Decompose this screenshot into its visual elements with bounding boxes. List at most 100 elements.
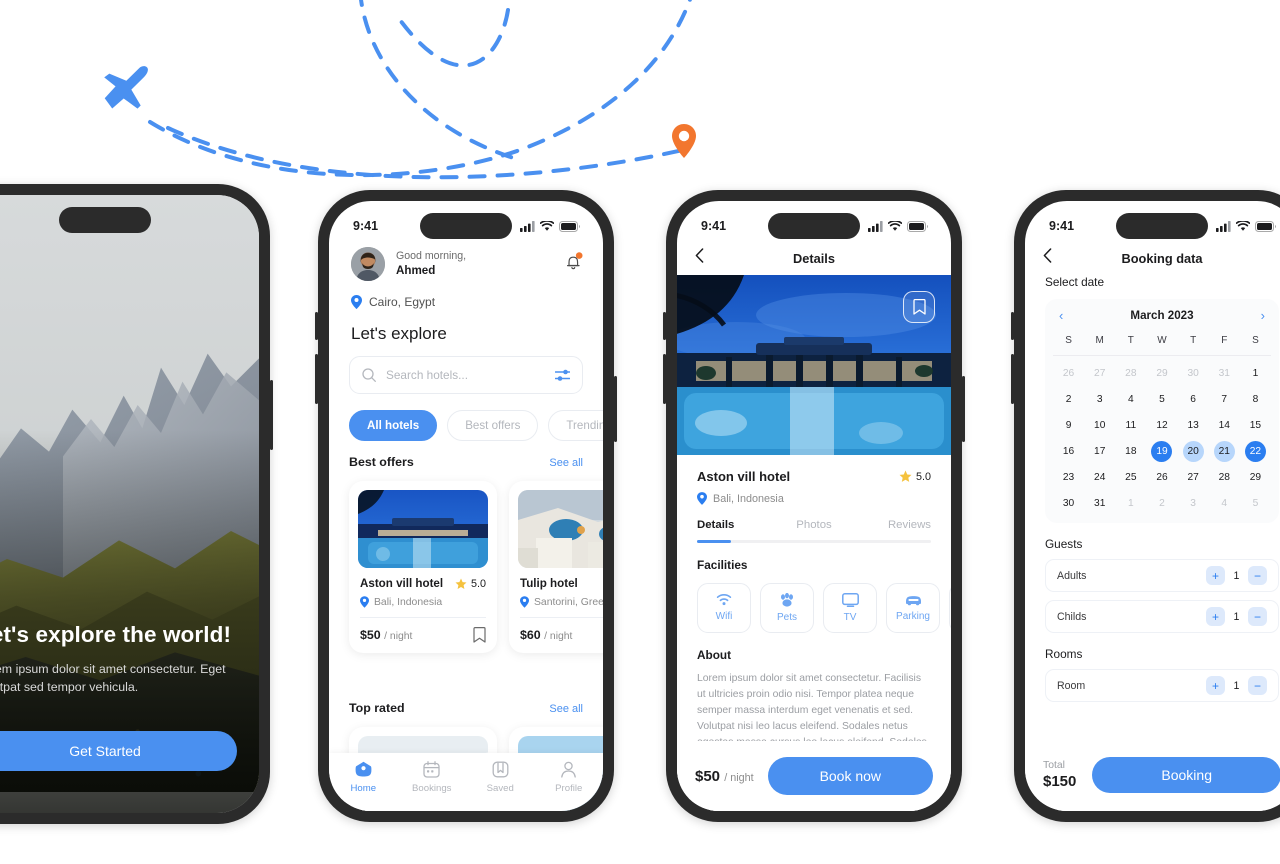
- calendar-cell[interactable]: 4: [1209, 491, 1240, 515]
- calendar-header: ‹ March 2023 ›: [1053, 309, 1271, 330]
- calendar-cell[interactable]: 5: [1146, 387, 1177, 411]
- calendar-cell[interactable]: 3: [1084, 387, 1115, 411]
- tab-profile[interactable]: Profile: [535, 761, 604, 794]
- volume-down-button[interactable]: [315, 354, 318, 404]
- tab-reviews[interactable]: Reviews: [853, 519, 931, 531]
- calendar-cell[interactable]: 28: [1115, 361, 1146, 385]
- volume-up-button[interactable]: [1011, 312, 1014, 340]
- calendar-cell[interactable]: 6: [1178, 387, 1209, 411]
- back-button[interactable]: [1043, 248, 1052, 268]
- search-input[interactable]: Search hotels...: [349, 356, 583, 394]
- calendar-cell[interactable]: 20: [1178, 439, 1209, 463]
- calendar-cell[interactable]: 21: [1209, 439, 1240, 463]
- search-placeholder: Search hotels...: [386, 368, 468, 382]
- facility-label: Parking: [896, 610, 930, 622]
- price-unit: / night: [384, 631, 413, 642]
- facility-tv[interactable]: TV: [823, 582, 877, 633]
- tab-saved[interactable]: Saved: [466, 761, 535, 794]
- calendar-cell[interactable]: 27: [1178, 465, 1209, 489]
- see-all-link-top-rated[interactable]: See all: [549, 703, 583, 715]
- calendar-cell[interactable]: 14: [1209, 413, 1240, 437]
- calendar-cell[interactable]: 31: [1084, 491, 1115, 515]
- calendar-cell[interactable]: 11: [1115, 413, 1146, 437]
- calendar-cell[interactable]: 26: [1053, 361, 1084, 385]
- calendar-cell[interactable]: 15: [1240, 413, 1271, 437]
- calendar-cell[interactable]: 1: [1240, 361, 1271, 385]
- tab-photos[interactable]: Photos: [775, 519, 853, 531]
- calendar-cell[interactable]: 26: [1146, 465, 1177, 489]
- tab-bookings[interactable]: Bookings: [398, 761, 467, 794]
- calendar-cell[interactable]: 28: [1209, 465, 1240, 489]
- chip-all-hotels[interactable]: All hotels: [349, 410, 438, 441]
- power-button[interactable]: [614, 376, 617, 442]
- facility-parking[interactable]: Parking: [886, 582, 940, 633]
- calendar-cell[interactable]: 1: [1115, 491, 1146, 515]
- calendar-cell[interactable]: 12: [1146, 413, 1177, 437]
- decrement-button[interactable]: −: [1248, 607, 1267, 626]
- calendar-cell[interactable]: 23: [1053, 465, 1084, 489]
- calendar-cell[interactable]: 18: [1115, 439, 1146, 463]
- calendar-cell[interactable]: 29: [1146, 361, 1177, 385]
- get-started-button[interactable]: Get Started: [0, 731, 237, 771]
- avatar[interactable]: [351, 247, 385, 281]
- calendar-cell[interactable]: 9: [1053, 413, 1084, 437]
- calendar-cell[interactable]: 30: [1178, 361, 1209, 385]
- save-hotel-button[interactable]: [903, 291, 935, 323]
- onboarding-screen: Let's explore the world! Lorem ipsum dol…: [0, 195, 259, 813]
- calendar-cell[interactable]: 4: [1115, 387, 1146, 411]
- calendar-cell[interactable]: 31: [1209, 361, 1240, 385]
- decrement-button[interactable]: −: [1248, 676, 1267, 695]
- decrement-button[interactable]: −: [1248, 566, 1267, 585]
- calendar-cell[interactable]: 5: [1240, 491, 1271, 515]
- chip-trending[interactable]: Trending: [548, 410, 603, 441]
- calendar-cell[interactable]: 3: [1178, 491, 1209, 515]
- volume-up-button[interactable]: [663, 312, 666, 340]
- calendar-prev-button[interactable]: ‹: [1059, 309, 1063, 322]
- calendar-cell[interactable]: 19: [1146, 439, 1177, 463]
- power-button[interactable]: [962, 376, 965, 442]
- bell-icon[interactable]: [565, 252, 583, 276]
- calendar-month-label: March 2023: [1130, 309, 1194, 322]
- booking-button[interactable]: Booking: [1092, 757, 1280, 793]
- calendar-day: 8: [1252, 393, 1259, 405]
- facility-wifi[interactable]: Wifi: [697, 582, 751, 633]
- calendar-cell[interactable]: 8: [1240, 387, 1271, 411]
- battery-icon: [559, 220, 580, 232]
- calendar-cell[interactable]: 22: [1240, 439, 1271, 463]
- increment-button[interactable]: +: [1206, 676, 1225, 695]
- back-button[interactable]: [695, 248, 704, 268]
- hotel-location: Bali, Indonesia: [358, 596, 488, 608]
- sliders-filter-icon[interactable]: [555, 369, 570, 382]
- increment-button[interactable]: +: [1206, 607, 1225, 626]
- calendar-cell[interactable]: 29: [1240, 465, 1271, 489]
- book-now-button[interactable]: Book now: [767, 757, 933, 795]
- calendar-cell[interactable]: 13: [1178, 413, 1209, 437]
- tab-indicator: [697, 540, 931, 543]
- facility-pets[interactable]: Pets: [760, 582, 814, 633]
- calendar-cell[interactable]: 16: [1053, 439, 1084, 463]
- current-location[interactable]: Cairo, Egypt: [351, 295, 435, 309]
- calendar-cell[interactable]: 2: [1053, 387, 1084, 411]
- calendar-cell[interactable]: 24: [1084, 465, 1115, 489]
- calendar-cell[interactable]: 25: [1115, 465, 1146, 489]
- calendar-cell[interactable]: 17: [1084, 439, 1115, 463]
- calendar-cell[interactable]: 30: [1053, 491, 1084, 515]
- tab-home[interactable]: Home: [329, 761, 398, 794]
- volume-down-button[interactable]: [663, 354, 666, 404]
- bookmark-icon[interactable]: [473, 627, 486, 643]
- tab-details[interactable]: Details: [697, 519, 775, 531]
- volume-up-button[interactable]: [315, 312, 318, 340]
- chip-best-offers[interactable]: Best offers: [447, 410, 539, 441]
- calendar-cell[interactable]: 10: [1084, 413, 1115, 437]
- hotel-card[interactable]: Tulip hotel 5.0 Santori: [509, 481, 603, 653]
- calendar-cell[interactable]: 27: [1084, 361, 1115, 385]
- hotel-card[interactable]: Aston vill hotel 5.0 Bali, Indonesia $50…: [349, 481, 497, 653]
- calendar-cell[interactable]: 7: [1209, 387, 1240, 411]
- increment-button[interactable]: +: [1206, 566, 1225, 585]
- facility-pool[interactable]: Pool: [949, 582, 951, 633]
- calendar-next-button[interactable]: ›: [1261, 309, 1265, 322]
- see-all-link-best-offers[interactable]: See all: [549, 457, 583, 469]
- power-button[interactable]: [270, 380, 273, 450]
- volume-down-button[interactable]: [1011, 354, 1014, 404]
- calendar-cell[interactable]: 2: [1146, 491, 1177, 515]
